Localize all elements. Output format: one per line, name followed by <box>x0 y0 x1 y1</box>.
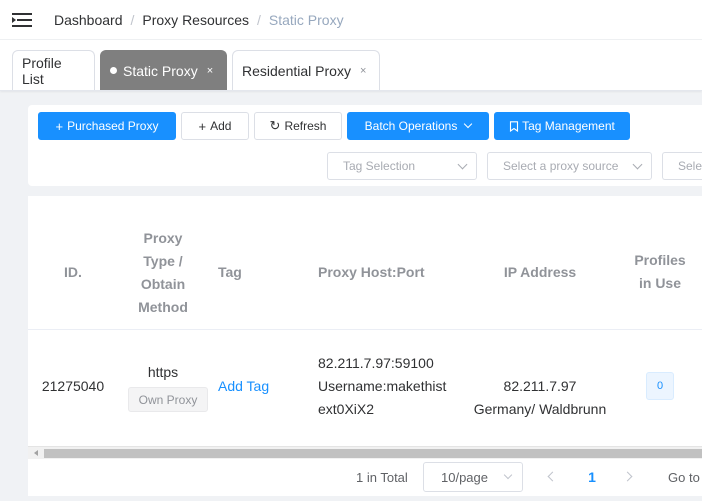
proxy-source-select[interactable]: Select a proxy source <box>487 152 652 180</box>
header-ip-address: IP Address <box>503 264 577 280</box>
profiles-count-badge[interactable]: 0 <box>646 372 674 400</box>
header-line: in Use <box>638 275 681 291</box>
header-line: Profiles <box>634 252 686 268</box>
cell-proxy-type: https <box>147 364 179 380</box>
scrollbar-thumb[interactable] <box>44 449 702 458</box>
top-header: Dashboard / Proxy Resources / Static Pro… <box>0 0 702 40</box>
header-id: ID. <box>64 264 82 280</box>
tab-static-proxy[interactable]: Static Proxy × <box>100 50 227 90</box>
scroll-left-icon[interactable] <box>34 450 38 456</box>
cell-id: 21275040 <box>41 378 105 394</box>
close-icon[interactable]: × <box>207 65 213 77</box>
chevron-down-icon <box>503 470 513 480</box>
breadcrumb-proxy-resources[interactable]: Proxy Resources <box>142 12 249 28</box>
add-button[interactable]: + Add <box>181 112 249 140</box>
tab-residential-proxy[interactable]: Residential Proxy × <box>232 50 380 90</box>
plus-icon: + <box>55 118 64 134</box>
chevron-down-icon <box>632 159 643 170</box>
tab-label: Residential Proxy <box>242 62 351 79</box>
tab-profile-list[interactable]: Profile List <box>12 50 95 90</box>
bookmark-icon <box>510 120 519 132</box>
tags-view-bar: Profile List Static Proxy × Residential … <box>0 40 702 91</box>
active-dot-icon <box>110 67 117 74</box>
cell-host-port: 82.211.7.97:59100 Username:makethist ext… <box>318 352 446 421</box>
ip-line: 82.211.7.97 <box>503 378 577 394</box>
prev-page-icon[interactable] <box>545 469 559 485</box>
select-placeholder: Select a proxy source <box>503 159 619 173</box>
pagination-total: 1 in Total <box>356 470 408 485</box>
tab-label: Profile List <box>22 54 62 87</box>
header-proxy-type: Proxy Type / Obtain Method <box>118 227 208 319</box>
header-line: Method <box>138 299 188 315</box>
button-label: Tag Management <box>522 119 615 133</box>
breadcrumb-separator: / <box>256 11 261 28</box>
host-line: 82.211.7.97:59100 <box>318 355 434 371</box>
select-placeholder: Tag Selection <box>343 159 416 173</box>
host-line: Username:makethist <box>318 378 447 394</box>
refresh-button[interactable]: ↻ Refresh <box>254 112 342 140</box>
close-icon[interactable]: × <box>360 65 366 77</box>
breadcrumb-static-proxy: Static Proxy <box>268 11 344 28</box>
header-line: Proxy <box>143 230 183 246</box>
button-label: Batch Operations <box>364 119 458 133</box>
chevron-down-icon <box>464 119 473 129</box>
batch-operations-button[interactable]: Batch Operations <box>347 112 489 140</box>
header-line: Obtain <box>140 276 186 292</box>
page-size-select[interactable]: 10/page <box>423 462 523 492</box>
button-label: Refresh <box>284 119 327 133</box>
header-tag: Tag <box>218 264 242 280</box>
breadcrumb-dashboard[interactable]: Dashboard <box>54 12 123 28</box>
header-host-port: Proxy Host:Port <box>318 264 425 280</box>
chevron-down-icon <box>457 159 468 170</box>
header-line: Type / <box>143 253 183 269</box>
horizontal-scrollbar[interactable] <box>28 446 702 459</box>
sidebar-toggle-icon[interactable] <box>12 12 32 28</box>
own-proxy-badge: Own Proxy <box>128 387 208 412</box>
host-line: ext0XiX2 <box>318 401 375 417</box>
button-label: Purchased Proxy <box>67 119 159 133</box>
header-profiles-in-use: Profiles in Use <box>624 249 696 295</box>
button-label: Add <box>210 119 232 133</box>
add-tag-link[interactable]: Add Tag <box>218 375 269 398</box>
refresh-icon: ↻ <box>269 118 281 133</box>
breadcrumb-separator: / <box>130 11 135 28</box>
proxy-table: ID. Proxy Type / Obtain Method Tag Proxy… <box>28 196 702 496</box>
next-page-icon[interactable] <box>622 469 636 485</box>
goto-label: Go to <box>668 470 700 485</box>
location-line: Germany/ Waldbrunn <box>473 401 607 417</box>
tag-management-button[interactable]: Tag Management <box>494 112 630 140</box>
third-filter-select[interactable]: Sele <box>662 152 702 180</box>
tab-label: Static Proxy <box>123 62 198 79</box>
page-size-value: 10/page <box>441 469 488 485</box>
plus-icon: + <box>198 118 207 134</box>
select-placeholder: Sele <box>678 159 702 173</box>
cell-ip-address: 82.211.7.97 Germany/ Waldbrunn <box>470 375 610 421</box>
toolbar-card: + Purchased Proxy + Add ↻ Refresh Batch … <box>28 105 702 186</box>
purchased-proxy-button[interactable]: + Purchased Proxy <box>38 112 176 140</box>
page-number[interactable]: 1 <box>580 466 604 488</box>
tag-selection-select[interactable]: Tag Selection <box>327 152 477 180</box>
table-header: ID. Proxy Type / Obtain Method Tag Proxy… <box>28 196 702 330</box>
